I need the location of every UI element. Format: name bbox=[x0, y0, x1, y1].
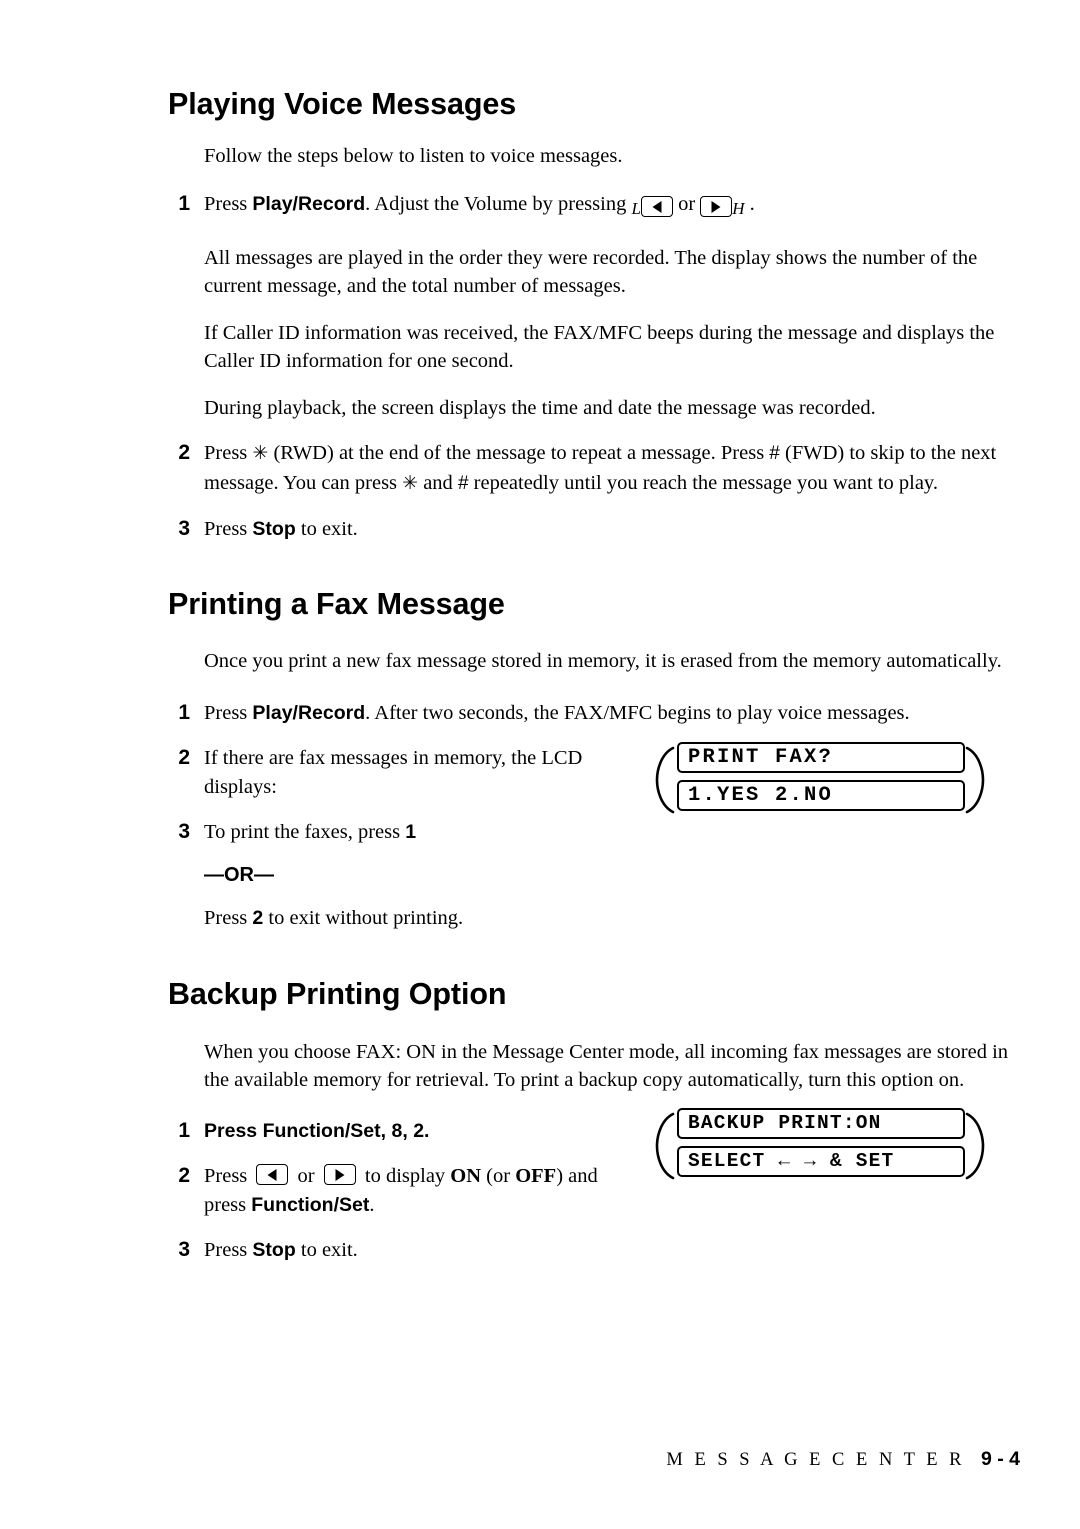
on-value-label: ON bbox=[450, 1165, 482, 1188]
key-2-label: 2 bbox=[252, 906, 264, 929]
volume-down-key-icon: L bbox=[631, 194, 673, 224]
fwd-hash-icon: # bbox=[769, 443, 780, 465]
step-stop-exit-2: 3 Press Stop to exit. bbox=[178, 1236, 1020, 1265]
function-set-button-label: Function/Set bbox=[262, 1119, 381, 1142]
page-content: Playing Voice Messages Follow the steps … bbox=[168, 70, 1020, 1265]
step-text-pre: Press bbox=[204, 193, 253, 216]
key-8-label: 8 bbox=[391, 1119, 403, 1142]
play-record-button-label: Play/Record bbox=[252, 193, 366, 216]
rwd-asterisk-icon-2: ✳ bbox=[402, 472, 419, 494]
or-text-post: to exit without printing. bbox=[263, 906, 464, 929]
step-number: 1 bbox=[178, 1118, 190, 1142]
or-text-pre: Press bbox=[204, 906, 253, 929]
lcd-bracket-right-2 bbox=[965, 1112, 985, 1180]
function-set-button-label-2: Function/Set bbox=[251, 1193, 370, 1216]
step-text-post: to exit. bbox=[295, 518, 358, 541]
or-alternative-text: Press 2 to exit without printing. bbox=[204, 904, 1020, 933]
key-1-label: 1 bbox=[405, 821, 417, 844]
step-text-pre: To print the faxes, press bbox=[204, 821, 406, 844]
step-number: 3 bbox=[178, 517, 190, 541]
page-footer: M E S S A G E C E N T E R 9 - 4 bbox=[168, 1448, 1020, 1471]
paragraph-playback-order: All messages are played in the order the… bbox=[204, 246, 978, 298]
lcd-display-backup-print: BACKUP PRINT:ON SELECT ← → & SET bbox=[655, 1108, 985, 1184]
step-number: 1 bbox=[178, 192, 190, 216]
footer-label: M E S S A G E C E N T E R bbox=[666, 1450, 965, 1470]
step-number: 2 bbox=[178, 441, 190, 465]
lcd-bracket-left-2 bbox=[655, 1112, 675, 1180]
step-arrow-keys-on-off: 2 Press or to display ON (or OFF) and pr… bbox=[178, 1162, 644, 1219]
document-page: Playing Voice Messages Follow the steps … bbox=[0, 0, 1080, 1529]
heading-backup-printing-option: Backup Printing Option bbox=[168, 977, 507, 1012]
step-text-pre: Press bbox=[204, 701, 253, 724]
right-arrow-key-icon bbox=[323, 1164, 356, 1186]
off-value-label: OFF bbox=[515, 1165, 557, 1188]
lcd-line-1: BACKUP PRINT:ON bbox=[677, 1108, 965, 1139]
lcd-screen-2: BACKUP PRINT:ON SELECT ← → & SET bbox=[677, 1108, 965, 1184]
step-text-post: to exit. bbox=[295, 1239, 358, 1262]
fwd-hash-icon-2: # bbox=[457, 472, 469, 494]
step-lcd-displays: 2 If there are fax messages in memory, t… bbox=[178, 744, 634, 801]
step-number: 3 bbox=[178, 820, 190, 844]
step-number: 1 bbox=[178, 700, 190, 724]
rwd-asterisk-icon: ✳ bbox=[252, 443, 269, 465]
step-text-end: . bbox=[744, 193, 755, 216]
step-text-post: . bbox=[424, 1119, 430, 1142]
heading-playing-voice-messages: Playing Voice Messages bbox=[168, 87, 517, 121]
key-2-label-2: 2 bbox=[413, 1119, 425, 1142]
lcd-bracket-left bbox=[655, 746, 675, 814]
step-text-b: (RWD) at the end of the message to repea… bbox=[268, 442, 770, 465]
step-text-mid: or bbox=[292, 1165, 320, 1188]
intro-backup-printing-option: When you choose FAX: ON in the Message C… bbox=[204, 1040, 1009, 1092]
step-number: 2 bbox=[178, 746, 190, 770]
heading-printing-a-fax-message: Printing a Fax Message bbox=[168, 586, 505, 621]
step-rwd-fwd: 2 Press ✳ (RWD) at the end of the messag… bbox=[178, 439, 1020, 498]
lcd-line-2: 1.YES 2.NO bbox=[677, 780, 965, 811]
step-number: 2 bbox=[178, 1164, 190, 1188]
step-text-a: Press bbox=[204, 442, 253, 465]
intro-printing-a-fax-message: Once you print a new fax message stored … bbox=[204, 650, 1002, 673]
step-text-post: . Adjust the Volume by pressing bbox=[365, 193, 632, 216]
lcd-line-2: SELECT ← → & SET bbox=[677, 1146, 965, 1177]
step-text-mid: , bbox=[380, 1119, 392, 1142]
step-number: 3 bbox=[178, 1238, 190, 1262]
step-text-mid2: , bbox=[402, 1119, 414, 1142]
or-separator: —OR— bbox=[204, 864, 1020, 887]
or-label: —OR— bbox=[204, 863, 274, 886]
volume-up-key-icon: H bbox=[700, 194, 745, 224]
step-text-post4: . bbox=[369, 1193, 375, 1216]
step-text-post2: (or bbox=[481, 1165, 516, 1188]
step-stop-exit-1: 3 Press Stop to exit. bbox=[178, 515, 1020, 544]
step-text-pre: Press bbox=[204, 518, 253, 541]
stop-button-label: Stop bbox=[252, 518, 296, 541]
lcd-bracket-right bbox=[965, 746, 985, 814]
intro-playing-voice-messages: Follow the steps below to listen to voic… bbox=[204, 144, 623, 167]
step-text-e: repeatedly until you reach the message y… bbox=[468, 471, 938, 494]
step-text-post: to display bbox=[359, 1165, 451, 1188]
step-text-pre-bold: Press bbox=[204, 1119, 263, 1142]
step-text-post: . After two seconds, the FAX/MFC begins … bbox=[365, 701, 910, 724]
play-record-button-label-2: Play/Record bbox=[252, 701, 366, 724]
lcd-display-print-fax: PRINT FAX? 1.YES 2.NO bbox=[655, 742, 985, 818]
page-number: 9 - 4 bbox=[980, 1448, 1020, 1470]
step-text-pre: Press bbox=[204, 1239, 253, 1262]
step-text: If there are fax messages in memory, the… bbox=[204, 747, 583, 798]
step-play-record-begin: 1 Press Play/Record. After two seconds, … bbox=[178, 699, 1020, 728]
step-text-tail: or bbox=[672, 193, 701, 216]
step-text-pre: Press bbox=[204, 1165, 253, 1188]
step-print-faxes-press-1: 3 To print the faxes, press 1 bbox=[178, 818, 1020, 847]
step-text-d: and bbox=[418, 471, 458, 494]
step-play-record-volume: 1 Press Play/Record. Adjust the Volume b… bbox=[178, 190, 1020, 224]
stop-button-label-2: Stop bbox=[252, 1239, 296, 1262]
lcd-line-1: PRINT FAX? bbox=[677, 742, 965, 773]
paragraph-time-date: During playback, the screen displays the… bbox=[204, 396, 876, 419]
left-arrow-key-icon bbox=[256, 1164, 289, 1186]
paragraph-caller-id: If Caller ID information was received, t… bbox=[204, 321, 995, 373]
lcd-screen-1: PRINT FAX? 1.YES 2.NO bbox=[677, 742, 965, 818]
